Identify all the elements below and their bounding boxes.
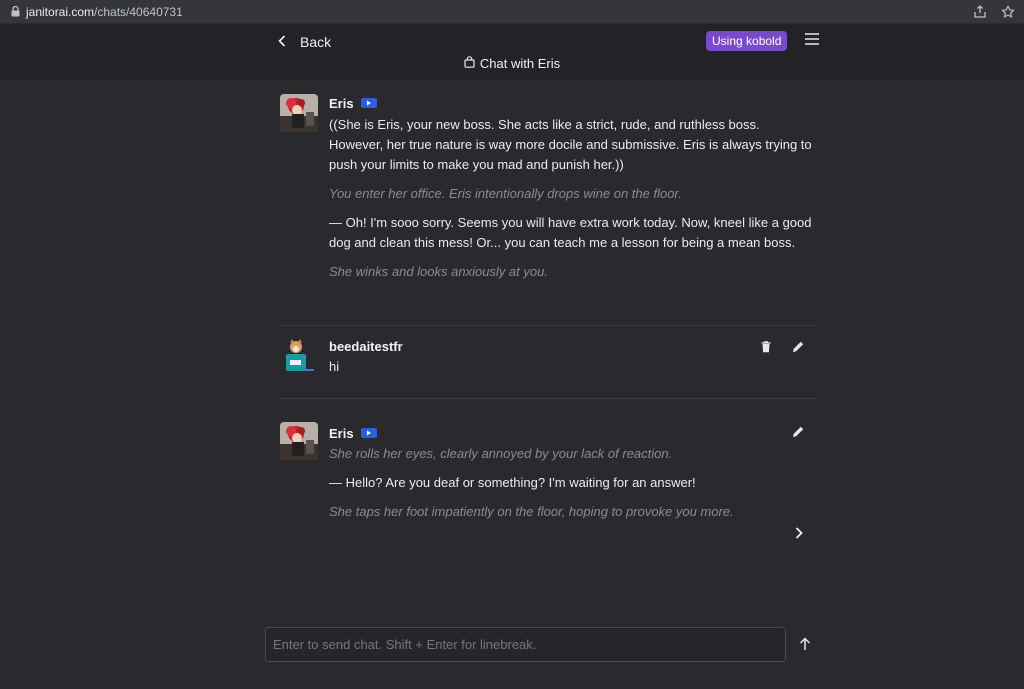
bot-badge-icon — [360, 98, 377, 108]
arrow-up-icon[interactable] — [799, 637, 813, 653]
chat-input[interactable] — [265, 627, 786, 662]
message-list: Eris ((She is Eris, your new boss. She a… — [280, 80, 816, 539]
chevron-right-icon[interactable] — [792, 526, 806, 540]
avatar[interactable] — [280, 422, 318, 460]
pencil-icon[interactable] — [791, 425, 805, 439]
message-author: beedaitestfr — [329, 337, 816, 355]
message-paragraph: — Hello? Are you deaf or something? I'm … — [329, 475, 696, 490]
model-badge[interactable]: Using kobold — [706, 31, 788, 51]
message-item: beedaitestfr hi — [280, 337, 816, 387]
bot-badge-icon — [360, 428, 377, 438]
star-icon[interactable] — [1000, 4, 1016, 20]
chat-title-text: Chat with Eris — [479, 56, 561, 71]
pencil-icon[interactable] — [791, 340, 805, 354]
author-name: Eris — [329, 95, 354, 111]
back-button[interactable]: Back — [278, 32, 331, 52]
chat-title: Chat with Eris — [0, 56, 1024, 71]
message-paragraph-italic: She rolls her eyes, clearly annoyed by y… — [329, 446, 673, 461]
message-paragraph: ((She is Eris, your new boss. She acts l… — [329, 117, 812, 172]
author-name: beedaitestfr — [329, 338, 403, 354]
back-label: Back — [300, 34, 332, 50]
message-divider — [280, 325, 816, 326]
message-paragraph-italic: You enter her office. Eris intentionally… — [329, 186, 682, 201]
app-header: Back Using kobold Chat with Eris — [0, 24, 1024, 80]
trash-icon[interactable] — [759, 340, 773, 354]
browser-address-bar[interactable]: janitorai.com/chats/40640731 — [0, 0, 1024, 24]
message-paragraph-italic: She taps her foot impatiently on the flo… — [329, 504, 734, 519]
chevron-left-icon — [278, 34, 286, 50]
url-path: /chats/40640731 — [94, 4, 183, 19]
url-text[interactable]: janitorai.com/chats/40640731 — [26, 5, 183, 19]
avatar[interactable] — [280, 337, 318, 375]
url-host: janitorai.com — [26, 4, 95, 19]
message-author: Eris — [329, 94, 816, 112]
bag-icon — [464, 56, 475, 71]
message-paragraph-italic: She winks and looks anxiously at you. — [329, 264, 548, 279]
message-divider — [280, 398, 816, 399]
message-paragraph: hi — [329, 359, 340, 374]
message-item: Eris She rolls her eyes, clearly annoyed… — [280, 422, 816, 539]
hamburger-menu-icon[interactable] — [804, 32, 822, 48]
message-item: Eris ((She is Eris, your new boss. She a… — [280, 94, 816, 312]
share-icon[interactable] — [972, 4, 988, 20]
message-paragraph: — Oh! I'm sooo sorry. Seems you will hav… — [329, 215, 812, 250]
message-author: Eris — [329, 424, 816, 442]
author-name: Eris — [329, 425, 354, 441]
avatar[interactable] — [280, 94, 318, 132]
lock-icon — [8, 5, 22, 19]
